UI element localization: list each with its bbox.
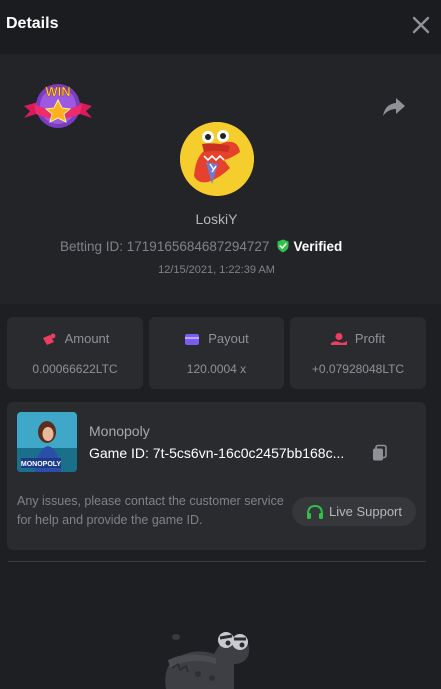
game-name: Monopoly — [89, 423, 150, 439]
copy-icon[interactable] — [371, 444, 389, 462]
payout-card: Payout 120.0004 x — [149, 317, 284, 389]
amount-card: Amount 0.00066622LTC — [7, 317, 143, 389]
payout-label: Payout — [208, 331, 249, 346]
bet-timestamp: 12/15/2021, 1:22:39 AM — [158, 264, 275, 276]
betting-id-row: Betting ID: 1719165684687294727 Verified — [60, 237, 342, 255]
payout-value: 120.0004 x — [186, 362, 247, 376]
headset-icon — [307, 504, 323, 519]
crocodile-mascot-icon — [165, 632, 250, 689]
username: LoskiY — [195, 211, 238, 227]
page-title: Details — [6, 15, 59, 32]
win-badge-text: WIN — [45, 84, 70, 99]
support-help-text: Any issues, please contact the customer … — [17, 494, 284, 527]
game-thumbnail[interactable]: MONOPOLY — [17, 412, 77, 472]
game-id: Game ID: 7t-5cs6vn-16c0c2457bb168c... — [89, 445, 345, 461]
details-header: Details — [0, 0, 441, 54]
live-support-button[interactable]: Live Support — [292, 497, 416, 526]
amount-icon — [42, 333, 55, 345]
amount-label: Amount — [64, 331, 110, 346]
verified-shield-icon — [277, 239, 289, 253]
verified-label: Verified — [293, 238, 343, 254]
profit-icon — [330, 332, 347, 345]
profit-value: +0.07928048LTC — [311, 362, 405, 376]
game-thumbnail-text: MONOPOLY — [21, 461, 62, 468]
share-icon[interactable] — [382, 96, 406, 118]
profit-label: Profit — [354, 331, 386, 346]
win-badge-icon: WIN — [24, 84, 92, 128]
profit-card: Profit +0.07928048LTC — [290, 317, 426, 389]
betting-id: Betting ID: 1719165684687294727 — [60, 238, 270, 254]
avatar — [180, 122, 254, 196]
close-icon[interactable] — [411, 14, 431, 36]
amount-value: 0.00066622LTC — [32, 362, 118, 376]
divider — [8, 561, 426, 562]
live-support-label: Live Support — [329, 504, 402, 519]
wallet-icon — [185, 333, 200, 345]
game-info-panel: MONOPOLY Monopoly Game ID: 7t-5cs6vn-16c… — [7, 402, 426, 550]
